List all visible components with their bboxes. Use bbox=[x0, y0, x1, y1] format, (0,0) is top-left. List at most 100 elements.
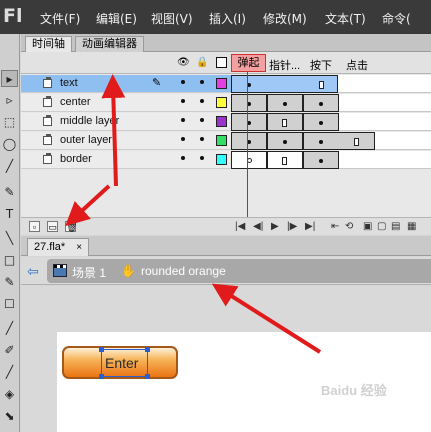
new-layer-icon[interactable]: ▫ bbox=[29, 221, 40, 232]
onion-skin-icon[interactable]: ▣ bbox=[363, 221, 372, 233]
text-tool-icon[interactable]: T bbox=[1, 206, 18, 223]
button-text[interactable]: Enter bbox=[105, 355, 138, 371]
goto-last-frame-icon[interactable]: ▶| bbox=[305, 221, 315, 233]
frame-span[interactable] bbox=[267, 132, 303, 150]
subselection-tool-icon[interactable]: ▹ bbox=[1, 92, 18, 109]
layer-row-middle-layer[interactable]: middle layer bbox=[21, 113, 231, 131]
frame-label-over[interactable]: 指针... bbox=[269, 57, 300, 73]
pen-tool-icon[interactable]: ✎ bbox=[1, 184, 18, 201]
free-transform-tool-icon[interactable]: ⬚ bbox=[1, 114, 18, 131]
frame-span[interactable] bbox=[303, 132, 375, 150]
visibility-dot[interactable] bbox=[181, 118, 185, 122]
keyframe-dot[interactable] bbox=[319, 102, 323, 106]
orange-button-symbol[interactable]: Enter bbox=[62, 346, 178, 379]
frame-span[interactable] bbox=[303, 151, 339, 169]
frame-label-hit[interactable]: 点击 bbox=[346, 57, 368, 73]
close-icon[interactable]: × bbox=[76, 242, 82, 253]
layer-row-text[interactable]: text ✎ bbox=[21, 75, 231, 93]
breadcrumb-scene[interactable]: 场景 1 bbox=[72, 264, 106, 281]
frame-row-text[interactable] bbox=[231, 75, 431, 93]
outline-icon[interactable] bbox=[216, 57, 227, 68]
frame-span[interactable] bbox=[231, 132, 267, 150]
line-tool-icon[interactable]: ╲ bbox=[1, 230, 18, 247]
frame-span[interactable] bbox=[231, 151, 267, 169]
tab-timeline[interactable]: 时间轴 bbox=[25, 36, 72, 52]
tab-motion-editor[interactable]: 动画编辑器 bbox=[75, 36, 144, 52]
menu-commands[interactable]: 命令( bbox=[382, 10, 411, 27]
edit-multiple-frames-icon[interactable]: ▤ bbox=[391, 221, 400, 233]
document-tab[interactable]: 27.fla* × bbox=[27, 238, 90, 256]
layer-color-swatch[interactable] bbox=[216, 97, 227, 108]
frame-span[interactable] bbox=[267, 94, 303, 112]
menu-edit[interactable]: 编辑(E) bbox=[96, 10, 137, 27]
eye-icon[interactable]: 👁 bbox=[177, 57, 190, 68]
resize-handle[interactable] bbox=[145, 347, 150, 352]
menu-view[interactable]: 视图(V) bbox=[151, 10, 193, 27]
visibility-dot[interactable] bbox=[181, 137, 185, 141]
frame-span[interactable] bbox=[231, 94, 267, 112]
menu-text[interactable]: 文本(T) bbox=[325, 10, 366, 27]
lock-dot[interactable] bbox=[200, 118, 204, 122]
breadcrumb-symbol[interactable]: rounded orange bbox=[141, 264, 226, 278]
frame-row-border[interactable] bbox=[231, 151, 431, 169]
step-back-icon[interactable]: ◀| bbox=[253, 221, 263, 233]
frame-span[interactable] bbox=[267, 151, 303, 169]
modify-markers-icon[interactable]: ▦ bbox=[407, 221, 416, 233]
resize-handle[interactable] bbox=[145, 374, 150, 379]
layer-color-swatch[interactable] bbox=[216, 154, 227, 165]
frame-span[interactable] bbox=[231, 113, 267, 131]
frame-row-outer-layer[interactable] bbox=[231, 132, 431, 150]
layer-color-swatch[interactable] bbox=[216, 78, 227, 89]
brush-tool-icon[interactable]: ✐ bbox=[1, 342, 18, 359]
menu-insert[interactable]: 插入(I) bbox=[209, 10, 246, 27]
visibility-dot[interactable] bbox=[181, 99, 185, 103]
paint-bucket-tool-icon[interactable]: ◈ bbox=[1, 386, 18, 403]
resize-handle[interactable] bbox=[99, 347, 104, 352]
deco-tool-icon[interactable]: ☐ bbox=[1, 296, 18, 313]
menu-file[interactable]: 文件(F) bbox=[40, 10, 80, 27]
center-frame-icon[interactable]: ⇤ bbox=[331, 221, 339, 233]
keyframe-dot[interactable] bbox=[283, 140, 287, 144]
lasso-tool-icon[interactable]: ╱ bbox=[1, 158, 18, 175]
keyframe-dot[interactable] bbox=[283, 102, 287, 106]
menu-modify[interactable]: 修改(M) bbox=[263, 10, 307, 27]
trash-icon[interactable]: 🗑 bbox=[65, 221, 77, 232]
layer-color-swatch[interactable] bbox=[216, 135, 227, 146]
lock-icon[interactable]: 🔒 bbox=[196, 57, 208, 68]
back-arrow-icon[interactable]: ⇦ bbox=[27, 263, 39, 280]
resize-handle[interactable] bbox=[99, 374, 104, 379]
frame-span[interactable] bbox=[267, 113, 303, 131]
eyedropper-tool-icon[interactable]: ⬊ bbox=[1, 408, 18, 425]
playhead[interactable] bbox=[247, 72, 248, 233]
lock-dot[interactable] bbox=[200, 137, 204, 141]
layer-color-swatch[interactable] bbox=[216, 116, 227, 127]
loop-icon[interactable]: ⟲ bbox=[345, 221, 353, 233]
3d-rotation-tool-icon[interactable]: ◯ bbox=[1, 136, 18, 153]
visibility-dot[interactable] bbox=[181, 156, 185, 160]
frame-row-middle-layer[interactable] bbox=[231, 113, 431, 131]
keyframe-dot[interactable] bbox=[319, 140, 323, 144]
frame-row-center[interactable] bbox=[231, 94, 431, 112]
lock-dot[interactable] bbox=[200, 156, 204, 160]
play-icon[interactable]: ▶ bbox=[271, 221, 279, 233]
frame-label-down[interactable]: 按下 bbox=[310, 57, 332, 73]
new-folder-icon[interactable]: ▭ bbox=[47, 221, 58, 232]
lock-dot[interactable] bbox=[200, 99, 204, 103]
rectangle-tool-icon[interactable]: □ bbox=[1, 252, 18, 269]
layer-row-center[interactable]: center bbox=[21, 94, 231, 112]
pencil-tool-icon[interactable]: ✎ bbox=[1, 274, 18, 291]
keyframe-dot[interactable] bbox=[319, 121, 323, 125]
onion-outline-icon[interactable]: ▢ bbox=[377, 221, 386, 233]
goto-first-frame-icon[interactable]: |◀ bbox=[235, 221, 245, 233]
step-forward-icon[interactable]: |▶ bbox=[287, 221, 297, 233]
selection-tool-icon[interactable]: ▸ bbox=[1, 70, 18, 87]
ink-bottle-tool-icon[interactable]: ╱ bbox=[1, 364, 18, 381]
frame-span[interactable] bbox=[303, 113, 339, 131]
frame-span[interactable] bbox=[303, 94, 339, 112]
lock-dot[interactable] bbox=[200, 80, 204, 84]
frame-label-up[interactable]: 弹起 bbox=[231, 54, 266, 72]
text-selection-box[interactable]: Enter bbox=[99, 347, 150, 379]
layer-row-outer-layer[interactable]: outer layer bbox=[21, 132, 231, 150]
visibility-dot[interactable] bbox=[181, 80, 185, 84]
layer-row-border[interactable]: border bbox=[21, 151, 231, 169]
